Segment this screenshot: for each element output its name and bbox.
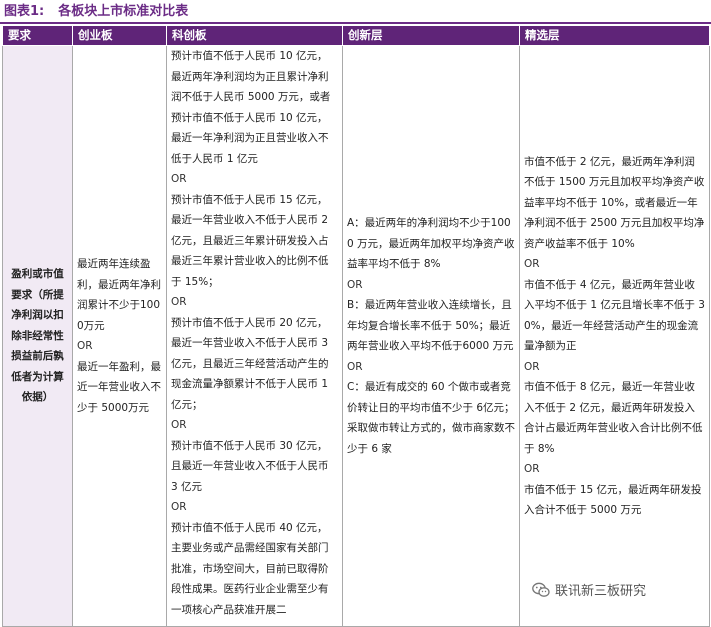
wechat-icon	[532, 582, 550, 597]
star-or-3: OR	[171, 419, 187, 431]
header-select-tier: 精选层	[519, 25, 710, 46]
table-header-row: 要求 创业板 科创板 创新层 精选层	[2, 25, 710, 46]
star-or-1: OR	[171, 173, 187, 185]
star-standard-2: 预计市值不低于人民币 15 亿元，最近一年营业收入不低于人民币 2 亿元，且最近…	[171, 193, 329, 288]
header-requirement: 要求	[2, 25, 73, 46]
watermark-text: 联讯新三板研究	[555, 584, 647, 599]
star-standard-5: 预计市值不低于人民币 40 亿元，主要业务或产品需经国家有关部门批准，市场空间大…	[171, 521, 329, 616]
select-standard-4: 市值不低于 15 亿元，最近两年研发投入合计不低于 5000 万元	[524, 483, 702, 517]
innovation-or-2: OR	[347, 360, 363, 373]
innovation-or-1: OR	[347, 278, 363, 291]
figure-title: 各板块上市标准对比表	[58, 4, 189, 19]
figure-caption: 图表1: 各板块上市标准对比表	[4, 2, 188, 22]
star-market-content: 预计市值不低于人民币 10 亿元，最近两年净利润均为正且累计净利润不低于人民币 …	[171, 46, 338, 626]
chinext-standard-1: 最近两年连续盈利，最近两年净利润累计不少于1000万元	[77, 258, 161, 332]
innovation-standard-c: C：最近有成交的 60 个做市或者竞价转让日的平均市值不少于 6亿元；采取做市转…	[347, 381, 515, 455]
star-standard-4: 预计市值不低于人民币 30 亿元，且最近一年营业收入不低于人民币 3 亿元	[171, 439, 329, 493]
select-tier-cell: 市值不低于 2 亿元，最近两年净利润不低于 1500 万元且加权平均净资产收益率…	[519, 45, 710, 627]
star-market-cell: 预计市值不低于人民币 10 亿元，最近两年净利润均为正且累计净利润不低于人民币 …	[166, 45, 343, 627]
chinext-or: OR	[77, 340, 93, 352]
select-standard-2: 市值不低于 4 亿元，最近两年营业收入平均不低于 1 亿元且增长率不低于 30%…	[524, 278, 705, 353]
header-chinext: 创业板	[72, 25, 167, 46]
requirement-cell: 盈利或市值要求（所提净利润以扣除非经常性损益前后孰低者为计算依据）	[2, 45, 73, 627]
caption-divider	[0, 22, 711, 24]
table-row: 盈利或市值要求（所提净利润以扣除非经常性损益前后孰低者为计算依据） 最近两年连续…	[2, 45, 710, 627]
innovation-tier-cell: A：最近两年的净利润均不少于1000 万元，最近两年加权平均净资产收益率平均不低…	[342, 45, 520, 627]
watermark: 联讯新三板研究	[528, 581, 651, 603]
star-or-4: OR	[171, 501, 187, 513]
innovation-standard-b: B：最近两年营业收入连续增长，且年均复合增长率不低于 50%；最近两年营业收入平…	[347, 299, 514, 352]
figure-label: 图表1:	[4, 4, 45, 19]
star-or-2: OR	[171, 296, 187, 308]
header-innovation-tier: 创新层	[342, 25, 520, 46]
innovation-standard-a: A：最近两年的净利润均不少于1000 万元，最近两年加权平均净资产收益率平均不低…	[347, 217, 515, 270]
select-or-3: OR	[524, 463, 540, 475]
chinext-standard-2: 最近一年盈利，最近一年营业收入不少于 5000万元	[77, 360, 161, 414]
star-standard-3: 预计市值不低于人民币 20 亿元，最近一年营业收入不低于人民币 3 亿元，且最近…	[171, 316, 329, 411]
comparison-table: 要求 创业板 科创板 创新层 精选层 盈利或市值要求（所提净利润以扣除非经常性损…	[2, 25, 710, 627]
header-star-market: 科创板	[166, 25, 343, 46]
select-standard-3: 市值不低于 8 亿元，最近一年营业收入不低于 2 亿元，最近两年研发投入合计占最…	[524, 381, 703, 455]
select-or-1: OR	[524, 258, 540, 270]
select-or-2: OR	[524, 360, 540, 373]
chinext-cell: 最近两年连续盈利，最近两年净利润累计不少于1000万元 OR 最近一年盈利，最近…	[72, 45, 167, 627]
select-standard-1: 市值不低于 2 亿元，最近两年净利润不低于 1500 万元且加权平均净资产收益率…	[524, 155, 705, 250]
star-standard-1: 预计市值不低于人民币 10 亿元，最近两年净利润均为正且累计净利润不低于人民币 …	[171, 50, 331, 165]
